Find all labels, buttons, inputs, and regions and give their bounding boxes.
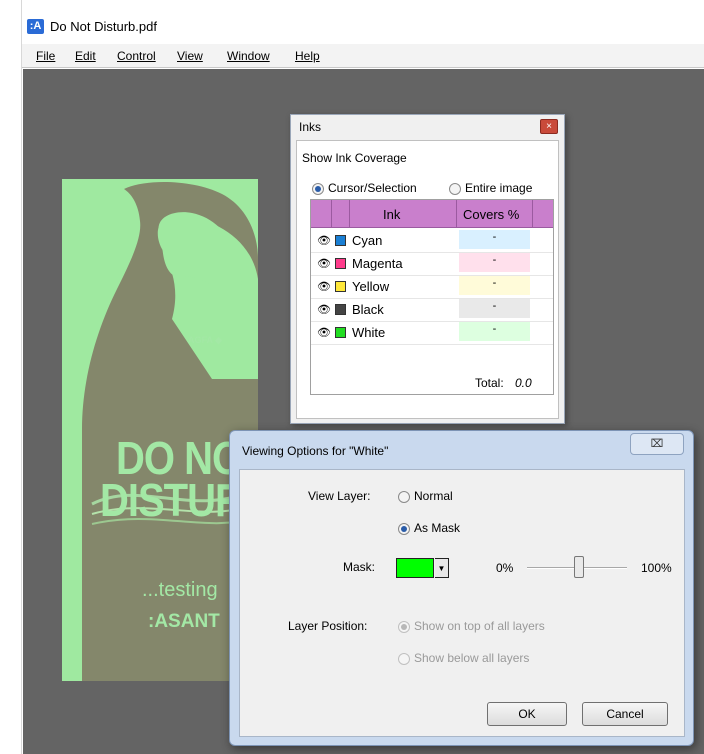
ink-name: Black xyxy=(352,302,384,317)
window-titlebar[interactable]: :A Do Not Disturb.pdf xyxy=(22,14,704,40)
visibility-eye-icon[interactable]: 👁 xyxy=(317,326,331,339)
radio-as-mask-label: As Mask xyxy=(414,521,461,535)
ink-swatch xyxy=(335,281,346,292)
ink-swatch xyxy=(335,235,346,246)
radio-entire-image[interactable] xyxy=(449,183,461,195)
visibility-eye-icon[interactable]: 👁 xyxy=(317,280,331,293)
ink-coverage-value: - xyxy=(459,253,530,272)
mask-color-dropdown[interactable]: ▼ xyxy=(435,558,449,578)
radio-as-mask[interactable] xyxy=(398,523,410,535)
opacity-slider-thumb[interactable] xyxy=(574,556,584,578)
mask-label: Mask: xyxy=(343,560,376,574)
ink-row[interactable]: 👁 Yellow - xyxy=(311,275,553,299)
ink-name: Magenta xyxy=(352,256,403,271)
column-ink[interactable]: Ink xyxy=(383,207,400,222)
radio-show-on-top-label: Show on top of all layers xyxy=(414,619,545,633)
ink-row[interactable]: 👁 Black - xyxy=(311,298,553,322)
dialog-close-button[interactable]: ⌧ xyxy=(630,433,684,455)
visibility-eye-icon[interactable]: 👁 xyxy=(317,234,331,247)
ink-swatch xyxy=(335,258,346,269)
menu-file[interactable]: File xyxy=(36,48,55,64)
ink-row[interactable]: 👁 Magenta - xyxy=(311,252,553,276)
header-divider xyxy=(331,200,332,228)
dialog-body: View Layer: Normal As Mask Mask: ▼ 0% 10… xyxy=(239,469,685,737)
ink-row[interactable]: 👁 White - xyxy=(311,321,553,345)
radio-entire-image-label: Entire image xyxy=(465,181,533,195)
inks-close-button[interactable]: × xyxy=(540,119,558,134)
ink-table: Ink Covers % 👁 Cyan - 👁 Magenta - 👁 Yellow - 👁 Bla… xyxy=(310,199,554,395)
ink-name: Yellow xyxy=(352,279,390,294)
ink-coverage-value: - xyxy=(459,322,530,341)
menu-window[interactable]: Window xyxy=(227,48,270,64)
inks-body: Show Ink Coverage Cursor/Selection Entir… xyxy=(296,140,559,419)
window-title: Do Not Disturb.pdf xyxy=(50,19,157,34)
dialog-title: Viewing Options for "White" xyxy=(242,444,389,458)
layer-position-label: Layer Position: xyxy=(288,619,368,633)
total-value: 0.0 xyxy=(515,376,532,390)
cancel-button[interactable]: Cancel xyxy=(582,702,668,726)
opacity-min-label: 0% xyxy=(496,561,514,575)
radio-normal-label: Normal xyxy=(414,489,453,503)
menu-help[interactable]: Help xyxy=(295,48,320,64)
ink-coverage-value: - xyxy=(459,230,530,249)
inks-titlebar[interactable]: Inks × xyxy=(291,115,564,139)
radio-normal[interactable] xyxy=(398,491,410,503)
visibility-eye-icon[interactable]: 👁 xyxy=(317,257,331,270)
menu-bar: File Edit Control View Window Help xyxy=(22,44,704,68)
ink-swatch xyxy=(335,327,346,338)
header-divider xyxy=(456,200,457,228)
ink-table-header: Ink Covers % xyxy=(311,200,553,228)
mask-color-swatch[interactable] xyxy=(396,558,434,578)
artwork-brand: AGFA ◆ xyxy=(188,335,223,345)
artwork-tagline: ...testing xyxy=(142,579,218,601)
ink-row[interactable]: 👁 Cyan - xyxy=(311,229,553,253)
visibility-eye-icon[interactable]: 👁 xyxy=(317,303,331,316)
viewing-options-dialog: Viewing Options for "White" ⌧ View Layer… xyxy=(229,430,694,746)
header-divider xyxy=(532,200,533,228)
total-label: Total: xyxy=(475,376,504,390)
ink-swatch xyxy=(335,304,346,315)
column-covers[interactable]: Covers % xyxy=(463,207,519,222)
view-layer-label: View Layer: xyxy=(308,489,371,503)
ok-button[interactable]: OK xyxy=(487,702,567,726)
app-icon: :A xyxy=(27,19,44,34)
ink-name: White xyxy=(352,325,386,340)
radio-show-below[interactable] xyxy=(398,653,410,665)
radio-cursor-selection-label: Cursor/Selection xyxy=(328,181,417,195)
artwork-logo: :ASANT xyxy=(148,611,220,632)
menu-control[interactable]: Control xyxy=(117,48,156,64)
radio-show-below-label: Show below all layers xyxy=(414,651,530,665)
radio-show-on-top[interactable] xyxy=(398,621,410,633)
header-divider xyxy=(349,200,350,228)
inks-panel: Inks × Show Ink Coverage Cursor/Selectio… xyxy=(290,114,565,424)
left-window-edge xyxy=(0,0,22,754)
opacity-max-label: 100% xyxy=(641,561,672,575)
menu-edit[interactable]: Edit xyxy=(75,48,96,64)
show-ink-coverage-label: Show Ink Coverage xyxy=(302,151,407,165)
menu-view[interactable]: View xyxy=(177,48,203,64)
ink-coverage-value: - xyxy=(459,276,530,295)
ink-coverage-value: - xyxy=(459,299,530,318)
radio-cursor-selection[interactable] xyxy=(312,183,324,195)
inks-title: Inks xyxy=(299,120,322,134)
ink-name: Cyan xyxy=(352,233,383,248)
